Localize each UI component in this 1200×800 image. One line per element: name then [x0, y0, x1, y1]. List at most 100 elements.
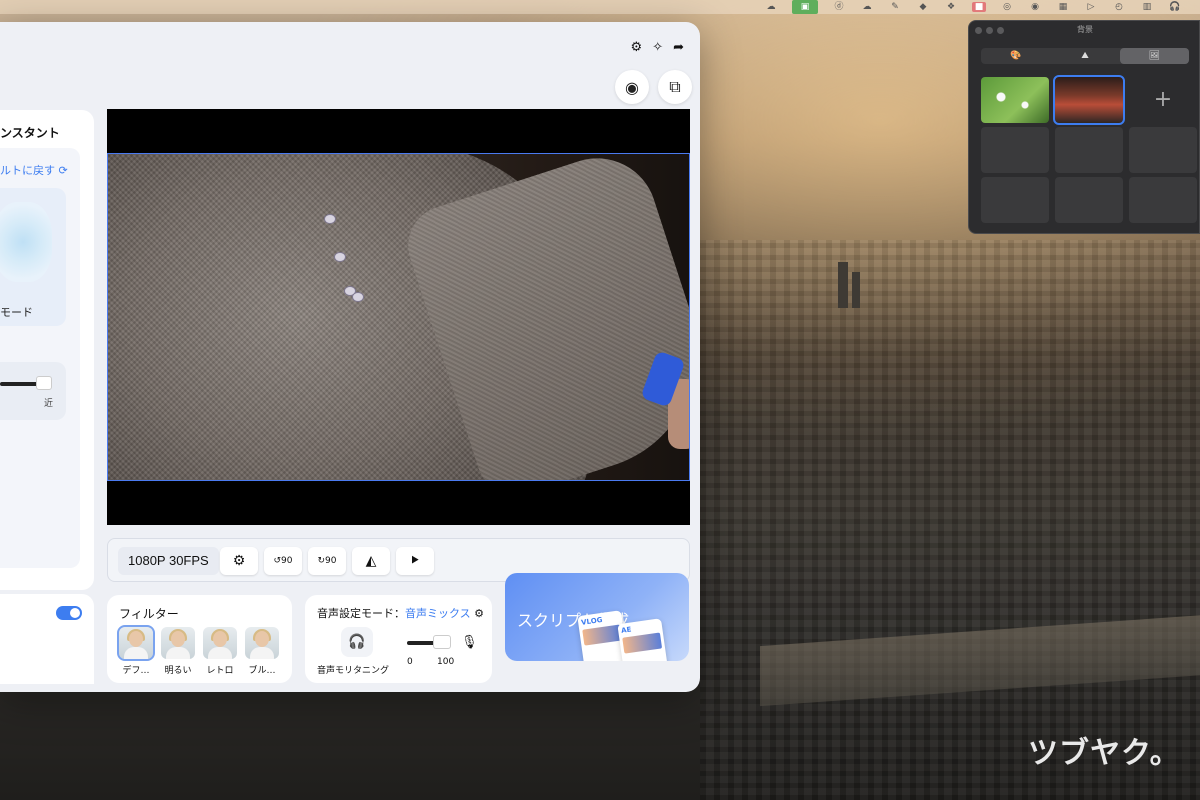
- cloud-icon[interactable]: ☁: [860, 2, 874, 12]
- background-slot[interactable]: [1055, 127, 1123, 173]
- audio-settings-label: 音声設定モード：: [317, 607, 405, 620]
- tab-mountain[interactable]: ⛰: [1050, 48, 1119, 64]
- menu-bar: ☁ ▣ ⓓ ☁ ✎ ◆ ❖ ■ ◎ ◉ ▦ ▷ ◴ ▥ 🎧: [0, 0, 1200, 14]
- microphone-icon[interactable]: 🎙: [461, 635, 478, 650]
- filter-label: 明るい: [164, 666, 192, 676]
- background-type-tabs: 🎨 ⛰ 🖼: [981, 48, 1189, 64]
- rotate-right-90-icon: ↻90: [317, 556, 337, 566]
- shirt-button: [334, 252, 346, 262]
- background-panel-title: 背景: [1077, 25, 1093, 34]
- background-slot[interactable]: [1129, 127, 1197, 173]
- thumb-body: [208, 647, 232, 659]
- wallpaper-tower: [838, 262, 848, 308]
- shirt-button: [324, 214, 336, 224]
- flip-horizontal-icon: ◭: [365, 553, 377, 569]
- filter-label: レトロ: [206, 666, 234, 676]
- rotate-right-button[interactable]: ↻90: [308, 547, 346, 575]
- background-panel: 背景 🎨 ⛰ 🖼 +: [968, 20, 1200, 234]
- distance-slider-knob[interactable]: [36, 376, 52, 390]
- volume-min-label: 0: [407, 657, 413, 667]
- reset-label: ルトに戻す: [0, 164, 55, 177]
- thumb-face: [213, 631, 227, 647]
- audio-mode-link[interactable]: 音声ミックス: [405, 607, 471, 620]
- mountain-icon: ⛰: [1081, 51, 1089, 61]
- headphones-icon[interactable]: 🎧: [1168, 2, 1182, 12]
- mode-card[interactable]: モード: [0, 188, 66, 326]
- evernote-icon[interactable]: ◉: [1028, 2, 1042, 12]
- picture-in-picture-icon: ⧉: [669, 77, 681, 96]
- clock-icon[interactable]: ◴: [1112, 2, 1126, 12]
- feature-toggle[interactable]: [56, 606, 82, 620]
- cloud-icon[interactable]: ☁: [764, 2, 778, 12]
- app-icon[interactable]: ⓓ: [832, 2, 846, 12]
- tab-palette[interactable]: 🎨: [981, 48, 1050, 64]
- picture-in-picture-button[interactable]: ⧉: [658, 70, 692, 104]
- audio-card: 音声設定モード：音声ミックス ⚙ 🎧 音声モリタニング 0 100 🎙: [305, 595, 492, 683]
- mode-illustration: [0, 202, 52, 282]
- refresh-icon: ⟳: [58, 164, 68, 177]
- pink-app-icon[interactable]: ■: [972, 2, 986, 12]
- site-watermark-logo: ツブヤク。: [1028, 736, 1181, 771]
- slider-near-label: 近: [44, 399, 54, 409]
- thumb-body: [250, 647, 274, 659]
- gear-icon[interactable]: ⚙: [474, 607, 484, 620]
- video-preview[interactable]: [107, 109, 690, 525]
- flip-vertical-button[interactable]: ⯈: [396, 547, 434, 575]
- window-toolbar: ⚙ ✧ ➦: [631, 40, 684, 55]
- dropbox-icon[interactable]: ❖: [944, 2, 958, 12]
- volume-max-label: 100: [437, 657, 455, 667]
- pin-icon[interactable]: ✧: [652, 40, 663, 55]
- gear-icon: ⚙: [232, 553, 246, 569]
- background-thumbnail-room[interactable]: [1053, 75, 1125, 125]
- webcam-icon: ◉: [625, 77, 639, 97]
- background-slot[interactable]: [1055, 177, 1123, 223]
- tab-image[interactable]: 🖼: [1119, 48, 1189, 64]
- background-thumbnail-flowers[interactable]: [981, 77, 1049, 123]
- box-icon[interactable]: ◆: [916, 2, 930, 12]
- headphones-icon: 🎧: [348, 634, 366, 650]
- background-slot[interactable]: [981, 177, 1049, 223]
- filter-label: ブル…: [248, 666, 276, 676]
- audio-settings-title: 音声設定モード：音声ミックス ⚙: [317, 605, 484, 621]
- play-icon[interactable]: ▷: [1084, 2, 1098, 12]
- gear-icon[interactable]: ⚙: [631, 40, 643, 55]
- volume-slider-knob[interactable]: [433, 635, 451, 649]
- share-icon[interactable]: ➦: [673, 40, 684, 55]
- thumb-face: [255, 631, 269, 647]
- camera-feed: [107, 153, 690, 481]
- image-icon: 🖼: [1148, 51, 1161, 61]
- shirt-button: [352, 292, 364, 302]
- reset-default-link[interactable]: ルトに戻す ⟳: [0, 162, 68, 178]
- filter-thumbnail-retro[interactable]: [203, 627, 237, 659]
- add-background-button[interactable]: +: [1129, 77, 1197, 123]
- green-app-icon[interactable]: ◎: [1000, 2, 1014, 12]
- filter-thumbnail-default[interactable]: [117, 625, 155, 661]
- finder-icon[interactable]: ▣: [792, 0, 818, 14]
- monitoring-label: 音声モリタニング: [317, 666, 390, 676]
- thumb-face: [129, 631, 143, 647]
- assistant-title: ンスタント: [0, 126, 60, 140]
- filter-thumbnail-blue[interactable]: [245, 627, 279, 659]
- filter-card: フィルター デフ… 明るい レトロ ブル…: [107, 595, 292, 683]
- background-slot[interactable]: [981, 127, 1049, 173]
- flip-horizontal-button[interactable]: ◭: [352, 547, 390, 575]
- script-generation-card[interactable]: スクリプト生成 VLOG AE: [505, 573, 689, 661]
- settings-button[interactable]: ⚙: [220, 547, 258, 575]
- sample-doc-2: AE: [617, 618, 669, 661]
- chart-icon[interactable]: ▥: [1140, 2, 1154, 12]
- rotate-left-button[interactable]: ↺90: [264, 547, 302, 575]
- thumb-body: [166, 647, 190, 659]
- pen-icon[interactable]: ✎: [888, 2, 902, 12]
- thumb-face: [171, 631, 185, 647]
- filter-thumbnail-bright[interactable]: [161, 627, 195, 659]
- flip-vertical-icon: ⯈: [409, 553, 421, 569]
- grid-icon[interactable]: ▦: [1056, 2, 1070, 12]
- background-slot[interactable]: [1129, 177, 1197, 223]
- resolution-selector[interactable]: 1080P 30FPS: [118, 547, 219, 575]
- mode-label: モード: [0, 306, 33, 319]
- assistant-inner: ルトに戻す ⟳ モード 近: [0, 148, 80, 568]
- filter-label: デフ…: [122, 666, 150, 676]
- desktop-wallpaper: [700, 240, 1200, 800]
- webcam-button[interactable]: ◉: [615, 70, 649, 104]
- monitoring-button[interactable]: 🎧: [341, 627, 373, 657]
